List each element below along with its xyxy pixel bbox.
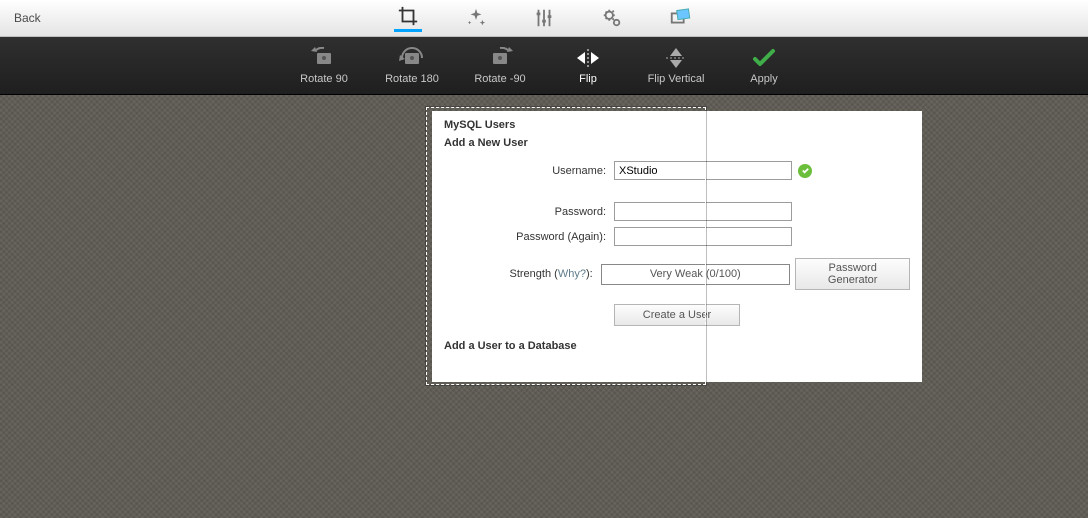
rotate-neg90-label: Rotate -90 bbox=[474, 73, 525, 85]
flip-button[interactable]: Flip bbox=[558, 47, 618, 85]
apply-button[interactable]: Apply bbox=[734, 47, 794, 85]
section-add-user-db: Add a User to a Database bbox=[444, 340, 910, 352]
username-label: Username: bbox=[444, 165, 614, 177]
crop-icon[interactable] bbox=[394, 4, 422, 32]
strength-meter: Very Weak (0/100) bbox=[601, 264, 790, 285]
rotate-180-button[interactable]: Rotate 180 bbox=[382, 47, 442, 85]
strength-label: Strength (Why?): bbox=[444, 268, 601, 280]
rotate-180-label: Rotate 180 bbox=[385, 73, 439, 85]
ok-check-icon bbox=[798, 164, 812, 178]
panel-title: MySQL Users bbox=[444, 119, 910, 131]
flip-vertical-icon bbox=[663, 47, 689, 69]
sparkle-icon[interactable] bbox=[462, 4, 490, 32]
rotate-90-label: Rotate 90 bbox=[300, 73, 348, 85]
apply-label: Apply bbox=[750, 73, 778, 85]
password-label: Password: bbox=[444, 206, 614, 218]
password2-label: Password (Again): bbox=[444, 231, 614, 243]
canvas-area[interactable]: MySQL Users Add a New User Username: Pas… bbox=[0, 95, 1088, 518]
flip-label: Flip bbox=[579, 73, 597, 85]
top-toolbar: Back bbox=[0, 0, 1088, 37]
checkmark-icon bbox=[751, 47, 777, 69]
rotate-neg90-button[interactable]: Rotate -90 bbox=[470, 47, 530, 85]
overlay-icon[interactable] bbox=[666, 4, 694, 32]
rotate-90-icon bbox=[311, 47, 337, 69]
sub-toolbar: Rotate 90 Rotate 180 Rotate -90 Flip Fli… bbox=[0, 37, 1088, 95]
gears-icon[interactable] bbox=[598, 4, 626, 32]
password-input[interactable] bbox=[614, 202, 792, 221]
rotate-90-button[interactable]: Rotate 90 bbox=[294, 47, 354, 85]
flip-vertical-button[interactable]: Flip Vertical bbox=[646, 47, 706, 85]
flip-vertical-label: Flip Vertical bbox=[648, 73, 705, 85]
rotate-180-icon bbox=[399, 47, 425, 69]
username-input[interactable] bbox=[614, 161, 792, 180]
back-button[interactable]: Back bbox=[0, 0, 55, 36]
panel-subtitle: Add a New User bbox=[444, 137, 910, 149]
strength-why-link[interactable]: Why? bbox=[558, 268, 586, 280]
content-panel: MySQL Users Add a New User Username: Pas… bbox=[432, 111, 922, 382]
sliders-icon[interactable] bbox=[530, 4, 558, 32]
password-generator-button[interactable]: Password Generator bbox=[795, 258, 910, 290]
rotate-neg90-icon bbox=[487, 47, 513, 69]
top-tool-group bbox=[394, 0, 694, 36]
flip-icon bbox=[575, 47, 601, 69]
create-user-button[interactable]: Create a User bbox=[614, 304, 740, 326]
password2-input[interactable] bbox=[614, 227, 792, 246]
